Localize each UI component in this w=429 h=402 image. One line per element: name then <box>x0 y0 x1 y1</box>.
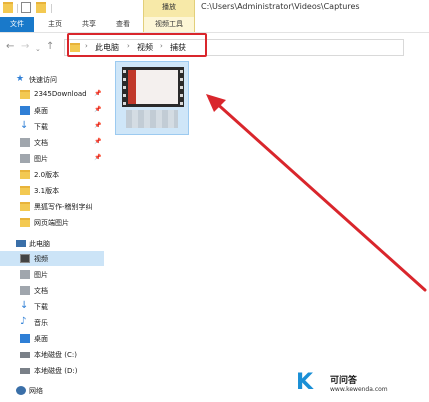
watermark: K 可问答 www.kewenda.com <box>296 368 406 398</box>
annotation-arrow-icon <box>206 94 427 292</box>
watermark-name: 可问答 <box>330 376 358 386</box>
watermark-logo: K <box>296 370 314 395</box>
watermark-url: www.kewenda.com <box>330 386 388 393</box>
